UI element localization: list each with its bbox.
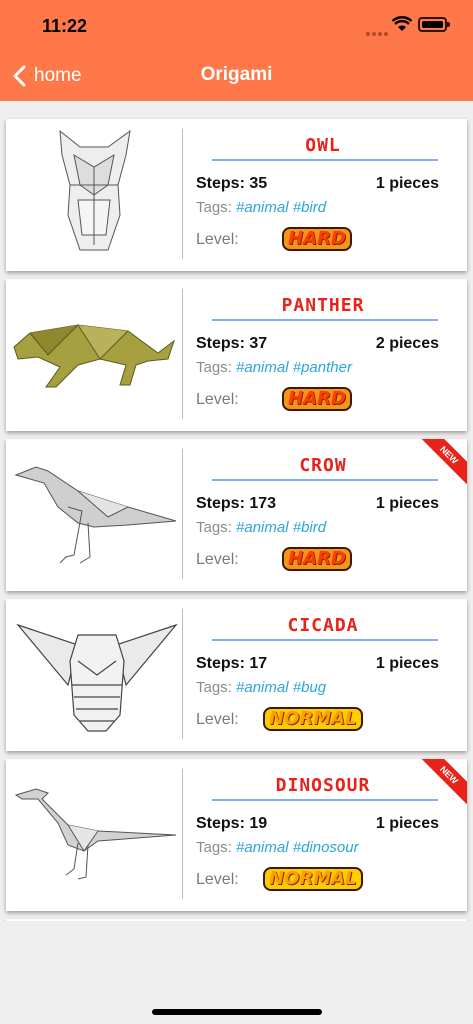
- divider: [182, 609, 183, 739]
- list-item[interactable]: OWL Steps: 35 1 pieces Tags: #animal #bi…: [6, 119, 467, 271]
- crow-origami-icon: [14, 466, 177, 564]
- name-underline: [212, 319, 438, 321]
- battery-icon: [418, 17, 450, 32]
- level-badge: HARD: [282, 387, 352, 411]
- divider: [182, 289, 183, 419]
- list-item[interactable]: CICADA Steps: 17 1 pieces Tags: #animal …: [6, 599, 467, 751]
- level-label: Level:: [196, 391, 239, 408]
- list-item-partial[interactable]: [6, 919, 467, 921]
- wifi-icon: [392, 16, 412, 31]
- tag-links[interactable]: #animal #bird: [236, 519, 326, 536]
- origami-name: OWL: [305, 135, 341, 156]
- name-underline: [212, 479, 438, 481]
- divider: [182, 129, 183, 259]
- steps-count: Steps: 35: [196, 175, 268, 192]
- name-underline: [212, 639, 438, 641]
- tag-links[interactable]: #animal #bird: [236, 199, 326, 216]
- panther-origami-icon: [13, 324, 175, 388]
- divider: [182, 769, 183, 899]
- tag-links[interactable]: #animal #bug: [236, 679, 326, 696]
- signal-icon: [366, 23, 390, 41]
- tags: Tags: #animal #dinosour: [196, 839, 359, 856]
- origami-name: CICADA: [287, 615, 359, 636]
- level-badge: HARD: [282, 227, 352, 251]
- pieces-count: 1 pieces: [375, 815, 439, 832]
- cicada-origami-icon: [16, 623, 178, 732]
- tags: Tags: #animal #bird: [196, 519, 327, 536]
- page-title: Origami: [200, 64, 273, 85]
- steps-count: Steps: 37: [196, 335, 268, 352]
- list-item[interactable]: DINOSOUR Steps: 19 1 pieces Tags: #anima…: [6, 759, 467, 911]
- origami-list[interactable]: OWL Steps: 35 1 pieces Tags: #animal #bi…: [0, 101, 473, 921]
- pieces-count: 1 pieces: [375, 175, 439, 192]
- tag-links[interactable]: #animal #dinosour: [236, 839, 359, 856]
- level-label: Level:: [196, 551, 239, 568]
- divider: [182, 449, 183, 579]
- name-underline: [212, 799, 438, 801]
- origami-name: PANTHER: [281, 295, 365, 316]
- home-indicator[interactable]: [152, 1009, 322, 1015]
- list-item[interactable]: PANTHER Steps: 37 2 pieces Tags: #animal…: [6, 279, 467, 431]
- steps-count: Steps: 173: [196, 495, 277, 512]
- pieces-count: 2 pieces: [375, 335, 439, 352]
- dinosaur-origami-icon: [14, 788, 177, 880]
- level-badge: NORMAL: [263, 707, 363, 731]
- status-bar: 11:22: [0, 0, 473, 50]
- origami-name: DINOSOUR: [275, 775, 371, 796]
- owl-origami-icon: [59, 129, 131, 251]
- origami-name: CROW: [299, 455, 347, 476]
- level-label: Level:: [196, 231, 239, 248]
- app-header: 11:22 home Origami: [0, 0, 473, 101]
- steps-count: Steps: 19: [196, 815, 268, 832]
- name-underline: [212, 159, 438, 161]
- pieces-count: 1 pieces: [375, 495, 439, 512]
- pieces-count: 1 pieces: [375, 655, 439, 672]
- level-label: Level:: [196, 871, 239, 888]
- tags: Tags: #animal #panther: [196, 359, 352, 376]
- list-item[interactable]: CROW Steps: 173 1 pieces Tags: #animal #…: [6, 439, 467, 591]
- steps-count: Steps: 17: [196, 655, 268, 672]
- tag-links[interactable]: #animal #panther: [236, 359, 352, 376]
- level-badge: NORMAL: [263, 867, 363, 891]
- tags: Tags: #animal #bird: [196, 199, 327, 216]
- level-label: Level:: [196, 711, 239, 728]
- tags: Tags: #animal #bug: [196, 679, 327, 696]
- status-time: 11:22: [42, 16, 88, 36]
- level-badge: HARD: [282, 547, 352, 571]
